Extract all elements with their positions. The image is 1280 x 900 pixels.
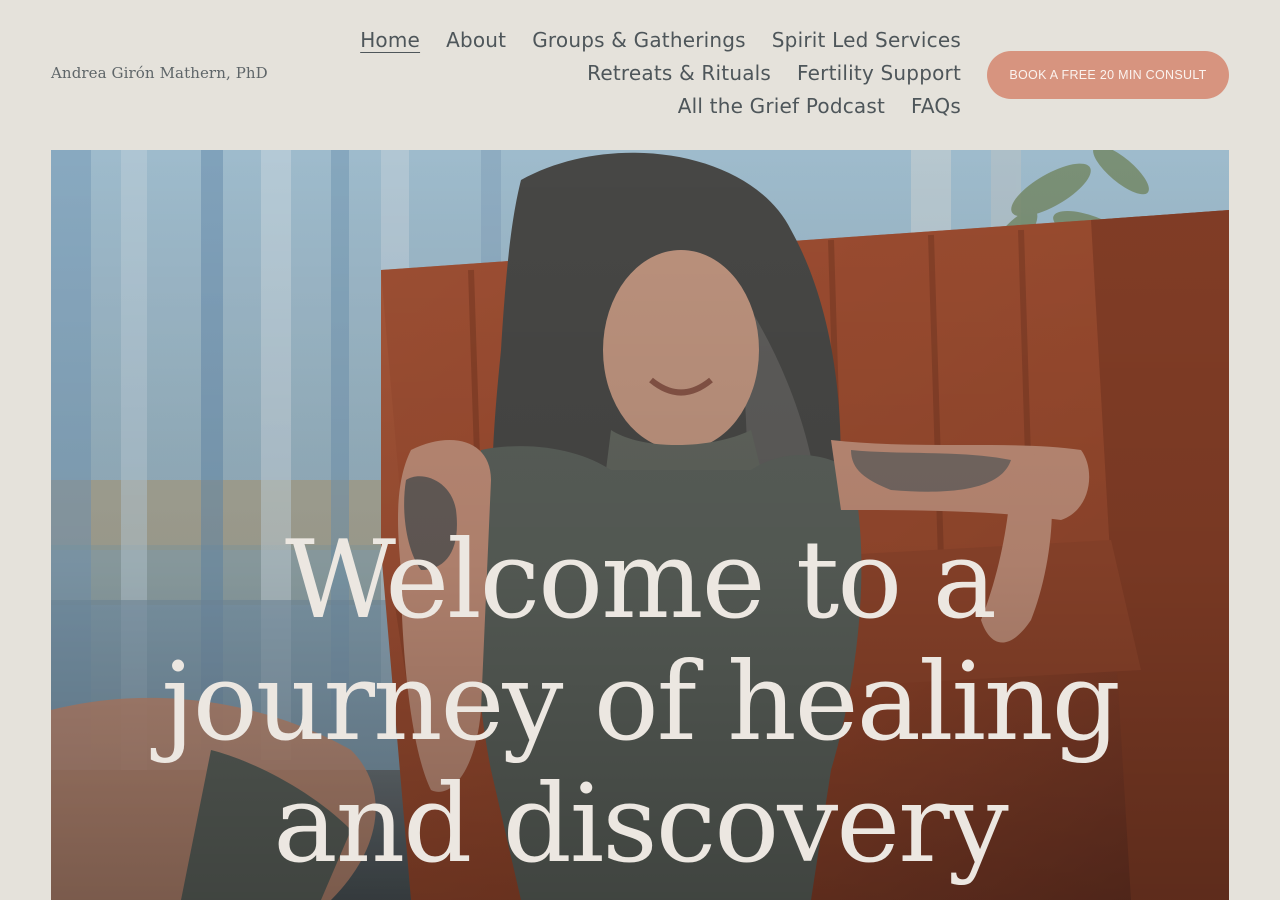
nav-item-about[interactable]: About	[446, 26, 506, 54]
nav-row-1: Home About Groups & Gatherings Spirit Le…	[360, 26, 961, 54]
hero-title: Welcome to a journey of healing and disc…	[51, 520, 1229, 886]
book-consult-button[interactable]: BOOK A FREE 20 MIN CONSULT	[987, 51, 1229, 99]
nav-row-2: Retreats & Rituals Fertility Support	[587, 59, 961, 87]
nav-item-home[interactable]: Home	[360, 26, 420, 54]
hero-title-line-2: journey of healing	[161, 640, 1120, 765]
hero-title-line-1: Welcome to a	[285, 518, 997, 643]
nav-item-spirit-led-services[interactable]: Spirit Led Services	[772, 26, 961, 54]
nav-item-retreats-rituals[interactable]: Retreats & Rituals	[587, 59, 771, 87]
nav-row-3: All the Grief Podcast FAQs	[678, 92, 961, 120]
nav-item-faqs[interactable]: FAQs	[911, 92, 961, 120]
nav-item-grief-podcast[interactable]: All the Grief Podcast	[678, 92, 885, 120]
nav-item-groups-gatherings[interactable]: Groups & Gatherings	[532, 26, 746, 54]
hero-title-line-3: and discovery	[273, 762, 1009, 887]
hero-section: Welcome to a journey of healing and disc…	[51, 150, 1229, 900]
site-title[interactable]: Andrea Girón Mathern, PhD	[51, 64, 268, 82]
main-nav: Home About Groups & Gatherings Spirit Le…	[261, 26, 961, 120]
nav-item-fertility-support[interactable]: Fertility Support	[797, 59, 961, 87]
